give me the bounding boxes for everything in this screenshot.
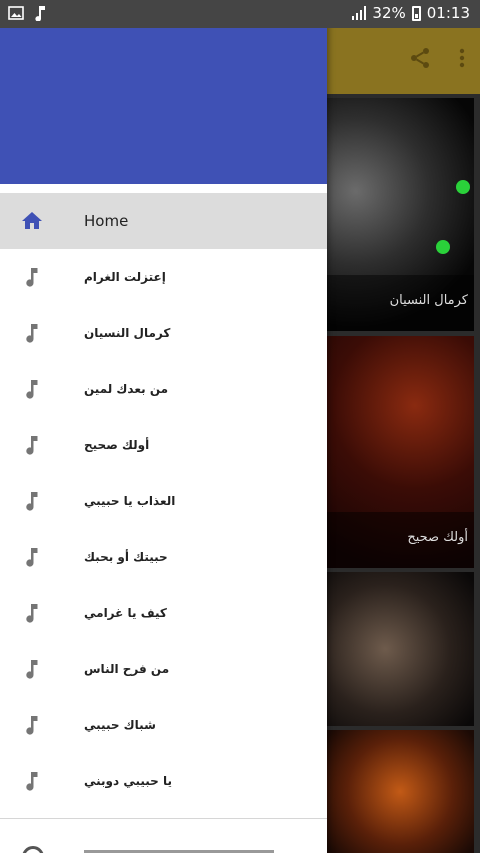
menu-item-label: يا حبيبي دوبني: [84, 774, 173, 788]
music-note-icon: [20, 265, 44, 289]
menu-item-label: شباك حبيبي: [84, 718, 156, 732]
music-note-icon: [20, 657, 44, 681]
music-note-icon: [20, 433, 44, 457]
menu-item-song[interactable]: كرمال النسيان: [0, 305, 327, 361]
toolbar-actions: [408, 46, 466, 76]
music-note-icon: [20, 377, 44, 401]
drawer-divider: [0, 818, 327, 819]
more-vert-icon[interactable]: [458, 46, 466, 76]
music-note-icon: [20, 601, 44, 625]
drawer-extra-item[interactable]: [0, 836, 327, 853]
navigation-drawer: Home إعتزلت الغرام كرمال النسيان من بعدك…: [0, 0, 327, 853]
song-tile[interactable]: أولك صحيح: [326, 336, 474, 568]
green-light-decoration: [456, 180, 470, 194]
battery-percent: 32%: [372, 4, 406, 22]
menu-item-label: أولك صحيح: [84, 438, 150, 452]
info-icon: [22, 846, 44, 853]
drawer-menu: Home إعتزلت الغرام كرمال النسيان من بعدك…: [0, 193, 327, 809]
menu-item-label: إعتزلت الغرام: [84, 270, 166, 284]
song-tile[interactable]: كرمال النسيان: [326, 98, 474, 331]
menu-item-song[interactable]: يا حبيبي دوبني: [0, 753, 327, 809]
music-note-icon: [20, 545, 44, 569]
music-note-icon: [20, 321, 44, 345]
menu-item-label: العذاب يا حبيبي: [84, 494, 176, 508]
menu-item-label: كيف يا غرامي: [84, 606, 167, 620]
home-icon: [20, 209, 44, 233]
menu-item-label: Home: [84, 212, 129, 230]
share-icon[interactable]: [408, 46, 432, 76]
menu-item-home[interactable]: Home: [0, 193, 327, 249]
menu-item-song[interactable]: إعتزلت الغرام: [0, 249, 327, 305]
menu-item-song[interactable]: شباك حبيبي: [0, 697, 327, 753]
battery-icon: [411, 5, 421, 21]
menu-item-song[interactable]: من فرح الناس: [0, 641, 327, 697]
menu-item-song[interactable]: من بعدك لمين: [0, 361, 327, 417]
menu-item-song[interactable]: حبيتك أو بحبك: [0, 529, 327, 585]
clock: 01:13: [426, 4, 470, 22]
menu-item-label: كرمال النسيان: [84, 326, 171, 340]
menu-item-label: من فرح الناس: [84, 662, 170, 676]
menu-item-label: حبيتك أو بحبك: [84, 550, 168, 564]
song-tile-caption: كرمال النسيان: [326, 275, 474, 331]
drawer-header: [0, 28, 327, 184]
song-tile[interactable]: [326, 730, 474, 853]
music-note-icon: [20, 713, 44, 737]
music-note-icon: [34, 5, 46, 25]
menu-item-song[interactable]: كيف يا غرامي: [0, 585, 327, 641]
song-tile[interactable]: [326, 572, 474, 726]
green-light-decoration: [436, 240, 450, 254]
menu-item-song[interactable]: أولك صحيح: [0, 417, 327, 473]
menu-item-song[interactable]: العذاب يا حبيبي: [0, 473, 327, 529]
music-note-icon: [20, 489, 44, 513]
status-bar: 32% 01:13: [0, 0, 480, 28]
song-tile-caption: أولك صحيح: [326, 512, 474, 568]
image-icon: [8, 5, 24, 25]
signal-icon: [352, 6, 367, 20]
screen: كرمال النسيان أولك صحيح 32% 01:13 Home إ…: [0, 0, 480, 853]
music-note-icon: [20, 769, 44, 793]
menu-item-label: من بعدك لمين: [84, 382, 169, 396]
